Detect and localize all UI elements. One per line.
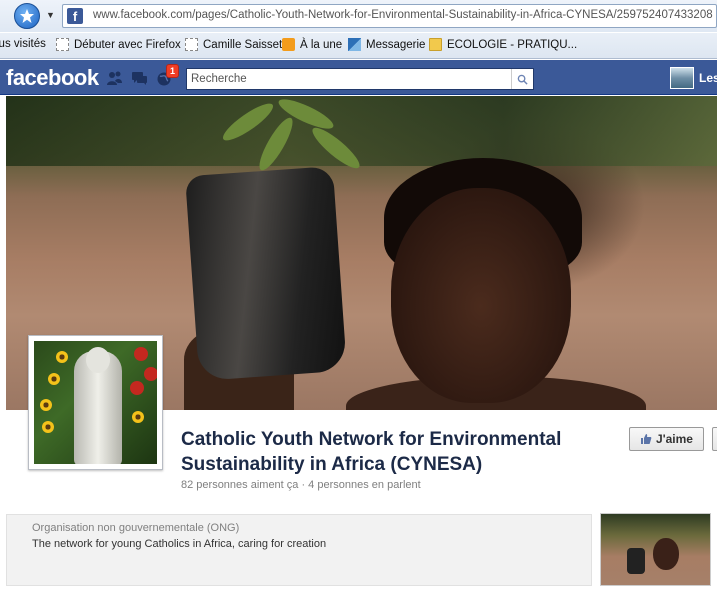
red-flower: [144, 367, 157, 381]
search-icon: [517, 74, 528, 85]
thumbnail-face: [653, 538, 679, 570]
thumbnail-pot: [627, 548, 645, 574]
cover-seedling-pot: [185, 166, 347, 381]
bookmark-label: ECOLOGIE - PRATIQU...: [447, 38, 578, 51]
bookmark-label: À la une: [300, 38, 343, 51]
cover-person-face: [391, 188, 571, 403]
dashed-square-icon: [185, 38, 198, 51]
rss-icon: [282, 38, 295, 51]
facebook-favicon-icon: f: [67, 8, 83, 24]
search-button[interactable]: [511, 69, 533, 89]
thumbs-up-icon: [641, 434, 652, 444]
folder-icon: [429, 38, 442, 51]
bookmark-label: Débuter avec Firefox: [74, 38, 181, 51]
statue-head: [86, 347, 110, 373]
bookmark-ecologie[interactable]: ECOLOGIE - PRATIQU...: [429, 38, 577, 51]
bookmark-label: Camille Saisset: [203, 38, 283, 51]
bookmark-label: Messagerie: [366, 38, 426, 51]
about-box: Organisation non gouvernementale (ONG) T…: [6, 514, 592, 586]
yellow-flower: [48, 373, 60, 385]
bookmark-label: lus visités: [0, 38, 46, 50]
cover-background-foliage: [6, 96, 717, 166]
bookmark-a-la-une[interactable]: À la une: [282, 38, 342, 51]
bookmark-camille-saisset[interactable]: Camille Saisset: [185, 38, 282, 51]
window: ▼ f www.facebook.com/pages/Catholic-Yout…: [0, 0, 717, 594]
photo-thumbnail[interactable]: [600, 513, 711, 586]
dashed-square-icon: [56, 38, 69, 51]
like-button-label: J'aime: [656, 432, 693, 446]
like-button[interactable]: J'aime: [629, 427, 704, 451]
user-avatar[interactable]: [670, 67, 694, 89]
home-star-icon[interactable]: [14, 3, 40, 29]
bookmark-getting-started[interactable]: Débuter avec Firefox: [56, 38, 181, 51]
notification-badge[interactable]: 1: [166, 64, 180, 78]
yellow-flower: [40, 399, 52, 411]
yellow-flower: [132, 411, 144, 423]
facebook-header: facebook 1 Les: [0, 60, 717, 95]
profile-image: [34, 341, 157, 464]
mail-icon: [348, 38, 361, 51]
chevron-down-icon[interactable]: ▼: [46, 10, 55, 20]
bookmarks-bar: lus visités Débuter avec Firefox Camille…: [0, 33, 717, 59]
bookmark-most-visited[interactable]: lus visités: [0, 38, 46, 50]
browser-toolbar: ▼ f www.facebook.com/pages/Catholic-Yout…: [0, 0, 717, 32]
yellow-flower: [56, 351, 68, 363]
page-description: The network for young Catholics in Afric…: [32, 538, 327, 550]
facebook-logo[interactable]: facebook: [6, 65, 99, 91]
profile-picture[interactable]: [28, 335, 163, 470]
page-category[interactable]: Organisation non gouvernementale (ONG): [32, 522, 239, 534]
url-text[interactable]: www.facebook.com/pages/Catholic-Youth-Ne…: [93, 9, 713, 21]
page-stats: 82 personnes aiment ça · 4 personnes en …: [181, 479, 421, 491]
more-actions-button[interactable]: [712, 427, 717, 451]
yellow-flower: [42, 421, 54, 433]
search-box[interactable]: [186, 68, 534, 90]
red-flower: [134, 347, 148, 361]
red-flower: [130, 381, 144, 395]
address-bar[interactable]: f www.facebook.com/pages/Catholic-Youth-…: [62, 4, 717, 28]
bookmark-messagerie[interactable]: Messagerie: [348, 38, 425, 51]
messages-icon[interactable]: [131, 70, 148, 86]
friend-requests-icon[interactable]: [106, 70, 123, 86]
page-title[interactable]: Catholic Youth Network for Environmental…: [181, 427, 621, 477]
search-input[interactable]: [191, 71, 501, 87]
user-name-link[interactable]: Les: [699, 71, 717, 85]
